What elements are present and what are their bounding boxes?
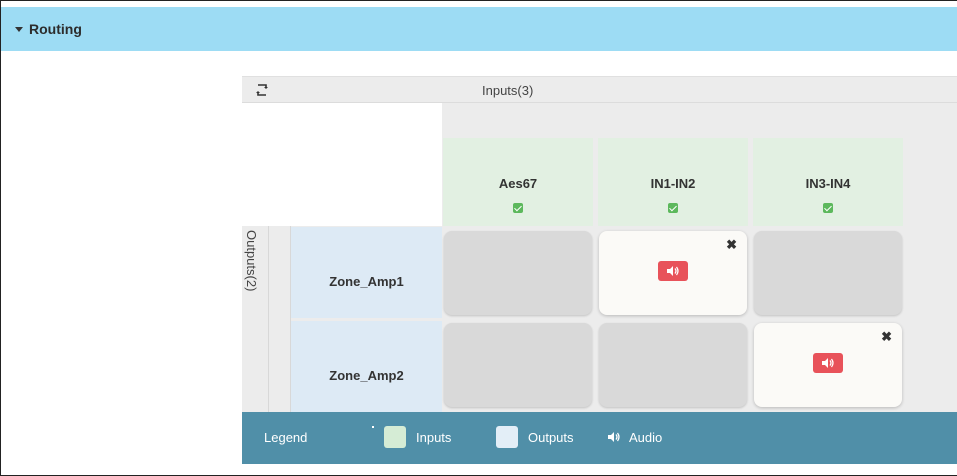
legend-outputs-label: Outputs — [528, 430, 574, 445]
routing-matrix: Inputs(3) Aes67 IN1-IN2 IN3-IN4 Outputs(… — [242, 76, 957, 464]
route-cell-zone-amp1-aes67[interactable] — [444, 231, 592, 315]
outputs-vertical-bar: Outputs(2) — [242, 226, 269, 412]
routing-section-header[interactable]: Routing — [1, 7, 957, 51]
matrix-corner — [242, 103, 442, 226]
route-cell-zone-amp2-aes67[interactable] — [444, 323, 592, 407]
input-label: IN1-IN2 — [650, 176, 696, 191]
refresh-icon[interactable] — [256, 83, 268, 97]
input-header-aes67[interactable]: Aes67 — [443, 138, 593, 226]
inputs-header-bar: Inputs(3) — [242, 77, 957, 103]
legend-audio-label: Audio — [629, 430, 663, 445]
audio-icon — [608, 432, 620, 442]
input-header-in1-in2[interactable]: IN1-IN2 — [598, 138, 748, 226]
output-header-zone-amp1[interactable]: Zone_Amp1 — [291, 227, 442, 318]
route-cell-zone-amp1-in3-in4[interactable] — [754, 231, 902, 315]
inputs-title: Inputs(3) — [482, 83, 534, 98]
legend-inputs-label: Inputs — [416, 430, 452, 445]
output-label: Zone_Amp1 — [329, 274, 404, 289]
input-header-in3-in4[interactable]: IN3-IN4 — [753, 138, 903, 226]
output-header-zone-amp2[interactable]: Zone_Amp2 — [291, 321, 442, 412]
audio-icon[interactable] — [658, 261, 688, 281]
input-label: Aes67 — [498, 176, 538, 191]
outputs-swatch — [496, 426, 518, 448]
section-title: Routing — [29, 21, 82, 37]
outputs-spacer — [269, 226, 291, 412]
close-icon[interactable]: ✖ — [881, 329, 892, 345]
route-cell-zone-amp2-in1-in2[interactable] — [599, 323, 747, 407]
legend-marker — [372, 426, 374, 428]
legend-bar: Legend Inputs Outputs Audio — [242, 412, 957, 464]
inputs-swatch — [384, 426, 406, 448]
caret-down-icon[interactable] — [15, 27, 23, 32]
check-icon[interactable] — [513, 203, 523, 213]
check-icon[interactable] — [668, 203, 678, 213]
route-cell-zone-amp1-in1-in2[interactable]: ✖ — [599, 231, 747, 315]
check-icon[interactable] — [823, 203, 833, 213]
input-label: IN3-IN4 — [805, 176, 851, 191]
legend-title: Legend — [264, 430, 308, 445]
audio-icon[interactable] — [813, 353, 843, 373]
close-icon[interactable]: ✖ — [726, 237, 737, 253]
route-cell-zone-amp2-in3-in4[interactable]: ✖ — [754, 323, 902, 407]
outputs-title: Outputs(2) — [244, 230, 259, 292]
output-label: Zone_Amp2 — [329, 368, 404, 383]
